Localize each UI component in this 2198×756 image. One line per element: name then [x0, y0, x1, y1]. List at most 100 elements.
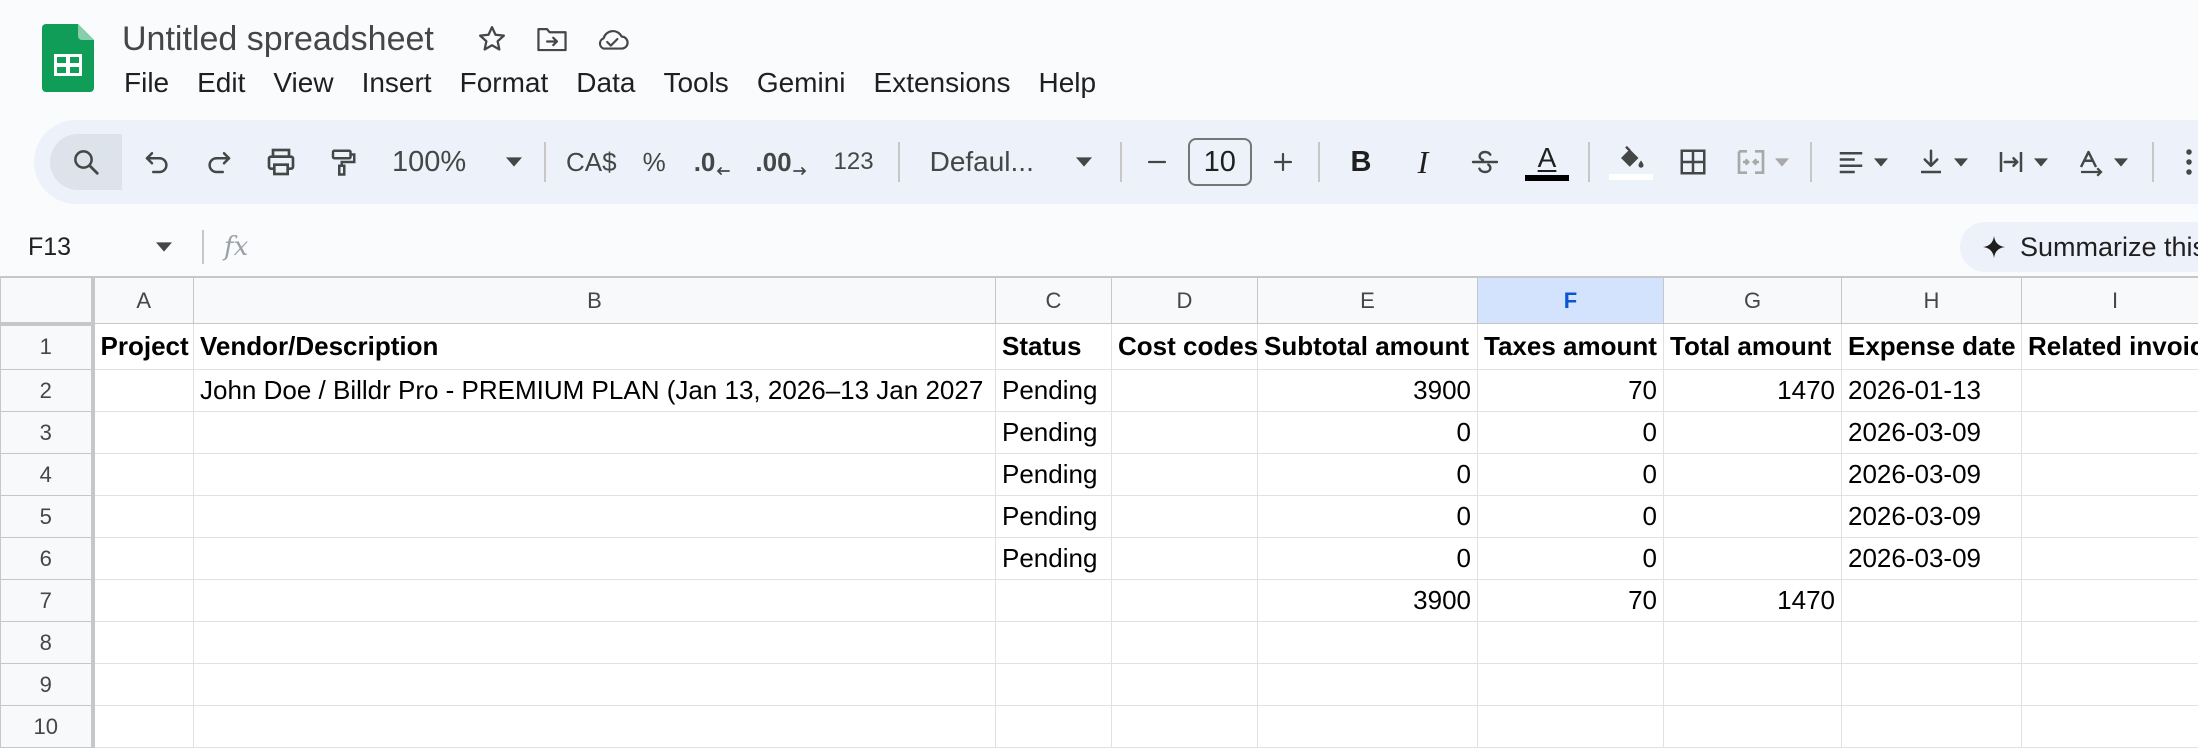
more-formats-button[interactable]: 123: [820, 134, 888, 190]
cell[interactable]: [2021, 621, 2198, 664]
cell[interactable]: [1477, 621, 1664, 664]
menu-file[interactable]: File: [110, 67, 183, 99]
cell[interactable]: [1841, 621, 2022, 664]
column-header-b[interactable]: B: [193, 277, 996, 324]
cell[interactable]: [1111, 369, 1258, 412]
menu-view[interactable]: View: [259, 67, 347, 99]
zoom-select[interactable]: 100%: [374, 134, 494, 190]
summarize-button[interactable]: Summarize this: [1960, 222, 2198, 272]
cell[interactable]: [1257, 705, 1478, 748]
cloud-saved-icon[interactable]: [592, 19, 632, 59]
menu-insert[interactable]: Insert: [348, 67, 446, 99]
cell[interactable]: Pending: [995, 411, 1112, 454]
cell[interactable]: [1841, 705, 2022, 748]
cell[interactable]: Project: [92, 323, 194, 370]
cell[interactable]: Total amount: [1663, 323, 1842, 370]
cell[interactable]: Related invoic: [2021, 323, 2198, 370]
cell[interactable]: [92, 495, 194, 538]
cell[interactable]: [1663, 453, 1842, 496]
column-header-i[interactable]: I: [2021, 277, 2198, 324]
cell[interactable]: [92, 411, 194, 454]
cell[interactable]: [92, 621, 194, 664]
cell[interactable]: [193, 663, 996, 706]
cell[interactable]: 0: [1477, 411, 1664, 454]
document-title[interactable]: Untitled spreadsheet: [122, 20, 434, 59]
menu-gemini[interactable]: Gemini: [743, 67, 860, 99]
cell[interactable]: [1111, 453, 1258, 496]
menu-help[interactable]: Help: [1024, 67, 1110, 99]
more-options-button[interactable]: [2164, 134, 2198, 190]
cell[interactable]: Status: [995, 323, 1112, 370]
cell[interactable]: [1663, 663, 1842, 706]
row-header[interactable]: 4: [0, 453, 95, 496]
row-header[interactable]: 9: [0, 663, 95, 706]
cell[interactable]: Pending: [995, 453, 1112, 496]
select-all-corner[interactable]: [0, 277, 95, 326]
cell[interactable]: [1111, 411, 1258, 454]
paint-format-button[interactable]: [312, 134, 374, 190]
column-header-f[interactable]: F: [1477, 277, 1664, 324]
text-color-button[interactable]: A: [1516, 134, 1578, 190]
cell[interactable]: [2021, 579, 2198, 622]
cell[interactable]: 1470: [1663, 369, 1842, 412]
cell[interactable]: Pending: [995, 495, 1112, 538]
column-header-d[interactable]: D: [1111, 277, 1258, 324]
column-header-h[interactable]: H: [1841, 277, 2022, 324]
cell[interactable]: [193, 495, 996, 538]
row-header[interactable]: 5: [0, 495, 95, 538]
search-menus-button[interactable]: [50, 134, 122, 190]
cell[interactable]: [1111, 663, 1258, 706]
cell[interactable]: [995, 663, 1112, 706]
cell[interactable]: 0: [1477, 495, 1664, 538]
cell[interactable]: [193, 453, 996, 496]
cell[interactable]: 3900: [1257, 369, 1478, 412]
cell[interactable]: [2021, 537, 2198, 580]
row-header[interactable]: 10: [0, 705, 95, 748]
cell[interactable]: [92, 369, 194, 412]
cell[interactable]: [1841, 579, 2022, 622]
cell[interactable]: [2021, 453, 2198, 496]
cell[interactable]: [1111, 495, 1258, 538]
strikethrough-button[interactable]: [1454, 134, 1516, 190]
cell[interactable]: [2021, 369, 2198, 412]
vertical-align-button[interactable]: [1902, 134, 1982, 190]
italic-button[interactable]: I: [1392, 134, 1454, 190]
cell[interactable]: [2021, 411, 2198, 454]
row-header[interactable]: 2: [0, 369, 95, 412]
row-header[interactable]: 7: [0, 579, 95, 622]
cell[interactable]: [1663, 705, 1842, 748]
borders-button[interactable]: [1662, 134, 1724, 190]
cell[interactable]: [1111, 705, 1258, 748]
cell[interactable]: 0: [1257, 537, 1478, 580]
text-wrapping-button[interactable]: [1982, 134, 2062, 190]
cell[interactable]: [92, 579, 194, 622]
cell[interactable]: Vendor/Description: [193, 323, 996, 370]
font-select[interactable]: Defaul...: [910, 134, 1110, 190]
cell[interactable]: 0: [1257, 453, 1478, 496]
cell[interactable]: Cost codes: [1111, 323, 1258, 370]
row-header[interactable]: 6: [0, 537, 95, 580]
cell[interactable]: [92, 705, 194, 748]
cell[interactable]: [193, 705, 996, 748]
cell[interactable]: [92, 537, 194, 580]
merge-cells-button[interactable]: [1724, 134, 1800, 190]
fill-color-button[interactable]: [1600, 134, 1662, 190]
cell[interactable]: 2026-01-13: [1841, 369, 2022, 412]
cell[interactable]: [1841, 663, 2022, 706]
cell[interactable]: 0: [1257, 495, 1478, 538]
cell[interactable]: [1111, 579, 1258, 622]
column-header-e[interactable]: E: [1257, 277, 1478, 324]
cell[interactable]: [193, 537, 996, 580]
cell[interactable]: Pending: [995, 537, 1112, 580]
cell[interactable]: [1257, 621, 1478, 664]
cell[interactable]: 2026-03-09: [1841, 453, 2022, 496]
cell[interactable]: [1111, 537, 1258, 580]
menu-edit[interactable]: Edit: [183, 67, 259, 99]
cell[interactable]: [2021, 495, 2198, 538]
text-rotation-button[interactable]: [2062, 134, 2142, 190]
move-to-folder-icon[interactable]: [532, 19, 572, 59]
cell[interactable]: [995, 621, 1112, 664]
zoom-dropdown-icon[interactable]: [494, 134, 534, 190]
cell[interactable]: [193, 411, 996, 454]
cell[interactable]: Taxes amount: [1477, 323, 1664, 370]
